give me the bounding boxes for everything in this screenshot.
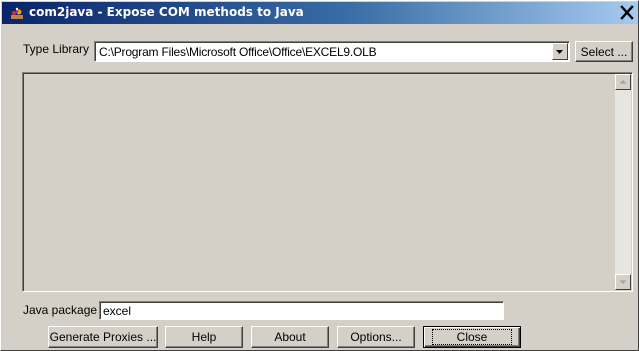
options-button[interactable]: Options... [337,326,415,348]
close-button-label: Close [431,329,513,345]
type-library-label: Type Library [23,42,90,56]
com2java-app-icon [10,7,24,20]
methods-list-pane[interactable] [22,72,633,292]
com2java-window: com2java - Expose COM methods to Java Ty… [0,0,639,351]
java-package-label: Java package [23,303,98,317]
title-bar[interactable]: com2java - Expose COM methods to Java [2,2,638,24]
java-package-input[interactable] [99,301,504,320]
scroll-up-button[interactable] [615,74,631,90]
type-library-combobox[interactable]: C:\Program Files\Microsoft Office\Office… [94,41,570,62]
generate-proxies-button[interactable]: Generate Proxies ... [48,326,158,348]
type-library-dropdown-button[interactable] [552,43,568,60]
help-button[interactable]: Help [165,326,243,348]
about-button[interactable]: About [251,326,329,348]
scroll-down-button[interactable] [615,274,631,290]
window-title: com2java - Expose COM methods to Java [29,5,304,19]
close-button[interactable]: Close [423,326,521,348]
close-window-button[interactable] [618,4,636,21]
select-library-button[interactable]: Select ... [575,41,633,62]
type-library-value: C:\Program Files\Microsoft Office\Office… [99,45,377,59]
vertical-scrollbar[interactable] [615,74,631,290]
close-icon [618,5,636,24]
